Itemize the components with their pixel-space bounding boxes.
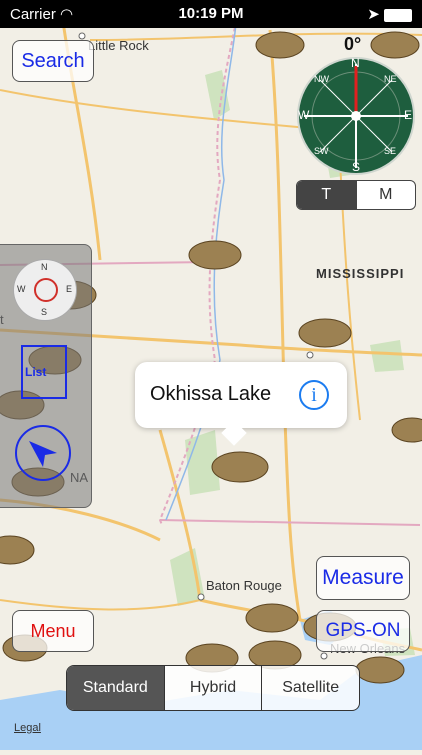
navigation-arrow-icon	[29, 441, 57, 467]
heading-readout: 0°	[344, 34, 362, 54]
map-label-mississippi: MISSISSIPPI	[316, 266, 405, 281]
annotation-callout[interactable]: Okhissa Lake i	[135, 362, 347, 446]
status-bar: Carrier ◠ 10:19 PM ➤	[0, 0, 422, 28]
small-compass-e: E	[66, 284, 73, 294]
fish-marker-icon	[355, 656, 405, 684]
list-label: List	[25, 365, 47, 379]
compass-sw: SW	[314, 146, 329, 156]
fish-marker-icon	[255, 31, 305, 59]
search-button[interactable]: Search	[12, 40, 94, 82]
map-type-hybrid[interactable]: Hybrid	[163, 666, 262, 710]
compass-rose-icon	[34, 278, 58, 302]
map-label-little-rock: Little Rock	[88, 38, 149, 53]
small-compass-w: W	[17, 284, 26, 294]
legal-link[interactable]: Legal	[14, 722, 41, 734]
fish-marker-icon	[298, 318, 352, 348]
toggle-true[interactable]: T	[297, 181, 356, 209]
compass-n: N	[351, 56, 360, 70]
toggle-magnetic[interactable]: M	[355, 181, 416, 209]
map-type-satellite[interactable]: Satellite	[261, 666, 359, 710]
navigate-button[interactable]	[15, 425, 71, 481]
compass-nw: NW	[314, 74, 329, 84]
menu-button[interactable]: Menu	[12, 610, 94, 652]
map-type-segmented-control[interactable]: Standard Hybrid Satellite	[66, 665, 360, 711]
small-compass-s: S	[41, 307, 48, 317]
small-compass-n: N	[41, 262, 48, 272]
fish-marker-icon	[370, 31, 420, 59]
status-icons: ➤	[367, 5, 412, 23]
map-type-standard[interactable]: Standard	[67, 666, 164, 710]
compass-widget[interactable]: N S E W NW NE SW SE	[296, 56, 416, 176]
true-magnetic-toggle[interactable]: T M	[296, 180, 416, 210]
list-button[interactable]: List	[21, 345, 67, 399]
info-icon[interactable]: i	[299, 380, 329, 410]
compass-se: SE	[384, 146, 397, 156]
gps-button[interactable]: GPS-ON	[316, 610, 410, 652]
measure-button[interactable]: Measure	[316, 556, 410, 600]
fish-marker-icon	[211, 451, 269, 483]
battery-icon	[384, 8, 412, 22]
compass-e: E	[404, 108, 413, 122]
compass-ne: NE	[384, 74, 397, 84]
clock: 10:19 PM	[178, 5, 244, 22]
side-tool-panel: N S E W List	[0, 244, 92, 508]
map-label-baton-rouge: Baton Rouge	[206, 578, 282, 593]
small-compass-button[interactable]: N S E W	[13, 259, 77, 321]
location-arrow-icon: ➤	[367, 6, 380, 23]
compass-s: S	[352, 160, 361, 174]
callout-title: Okhissa Lake	[150, 383, 272, 405]
compass-w: W	[298, 108, 310, 122]
fish-marker-icon	[188, 240, 242, 270]
fish-marker-icon	[245, 603, 299, 633]
